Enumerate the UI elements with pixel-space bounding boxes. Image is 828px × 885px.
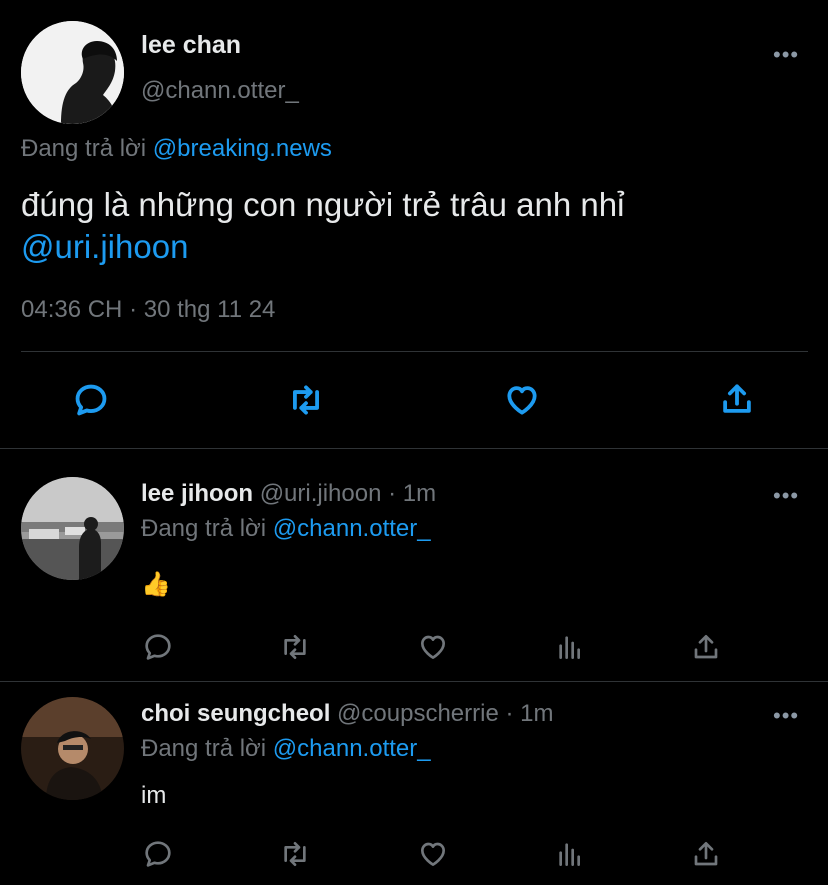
replying-prefix: Đang trả lời: [141, 515, 267, 542]
replying-to-link[interactable]: @breaking.news: [153, 135, 332, 162]
tweet-time: 1m: [402, 480, 437, 507]
replying-to-link[interactable]: @chann.otter_: [273, 515, 431, 542]
reply-icon[interactable]: [72, 381, 110, 419]
author-name[interactable]: choi seungcheol: [141, 700, 330, 727]
author-handle[interactable]: @coupscherrie: [337, 700, 499, 727]
mention-link[interactable]: @uri.jihoon: [21, 228, 188, 266]
divider: [0, 681, 828, 682]
author-name[interactable]: lee jihoon: [141, 480, 253, 507]
replying-to-line: Đang trả lời @chann.otter_: [141, 515, 431, 543]
more-icon[interactable]: •••: [773, 485, 799, 507]
more-icon[interactable]: •••: [773, 44, 799, 66]
retweet-icon[interactable]: [278, 838, 312, 870]
retweet-icon[interactable]: [278, 631, 312, 663]
date: 30 thg 11 24: [143, 296, 276, 323]
reply-icon[interactable]: [142, 838, 174, 870]
share-icon[interactable]: [690, 630, 722, 664]
like-icon[interactable]: [416, 631, 450, 663]
time: 04:36 CH: [21, 296, 123, 323]
reply-header: lee jihoon @uri.jihoon · 1m: [141, 480, 436, 508]
author-handle[interactable]: @uri.jihoon: [260, 480, 382, 507]
divider: [21, 351, 808, 352]
author-name[interactable]: lee chan: [141, 31, 241, 60]
share-icon[interactable]: [690, 837, 722, 871]
separator: ·: [505, 700, 514, 727]
author-handle[interactable]: @chann.otter_: [141, 77, 299, 105]
avatar[interactable]: [21, 477, 124, 580]
reply-icon[interactable]: [142, 631, 174, 663]
like-icon[interactable]: [502, 381, 542, 419]
avatar[interactable]: [21, 21, 124, 124]
share-icon[interactable]: [718, 379, 756, 419]
tweet-text: im: [141, 782, 167, 809]
tweet-text: 👍: [141, 571, 171, 598]
retweet-icon[interactable]: [286, 381, 326, 419]
views-icon[interactable]: [554, 838, 586, 870]
like-icon[interactable]: [416, 838, 450, 870]
more-icon[interactable]: •••: [773, 705, 799, 727]
tweet-time: 1m: [520, 700, 554, 727]
reply-header: choi seungcheol @coupscherrie · 1m: [141, 700, 554, 728]
separator: ·: [129, 296, 138, 323]
tweet-timestamp: 04:36 CH · 30 thg 11 24: [21, 296, 275, 324]
replying-to-line: Đang trả lời @chann.otter_: [141, 735, 431, 763]
replying-prefix: Đang trả lời: [141, 735, 267, 762]
divider: [0, 448, 828, 449]
separator: ·: [388, 480, 397, 507]
views-icon[interactable]: [554, 631, 586, 663]
replying-to-line: Đang trả lời @breaking.news: [21, 135, 332, 163]
replying-prefix: Đang trả lời: [21, 135, 147, 162]
tweet-text: đúng là những con người trẻ trâu anh nhỉ: [21, 186, 625, 223]
replying-to-link[interactable]: @chann.otter_: [273, 735, 431, 762]
avatar[interactable]: [21, 697, 124, 800]
